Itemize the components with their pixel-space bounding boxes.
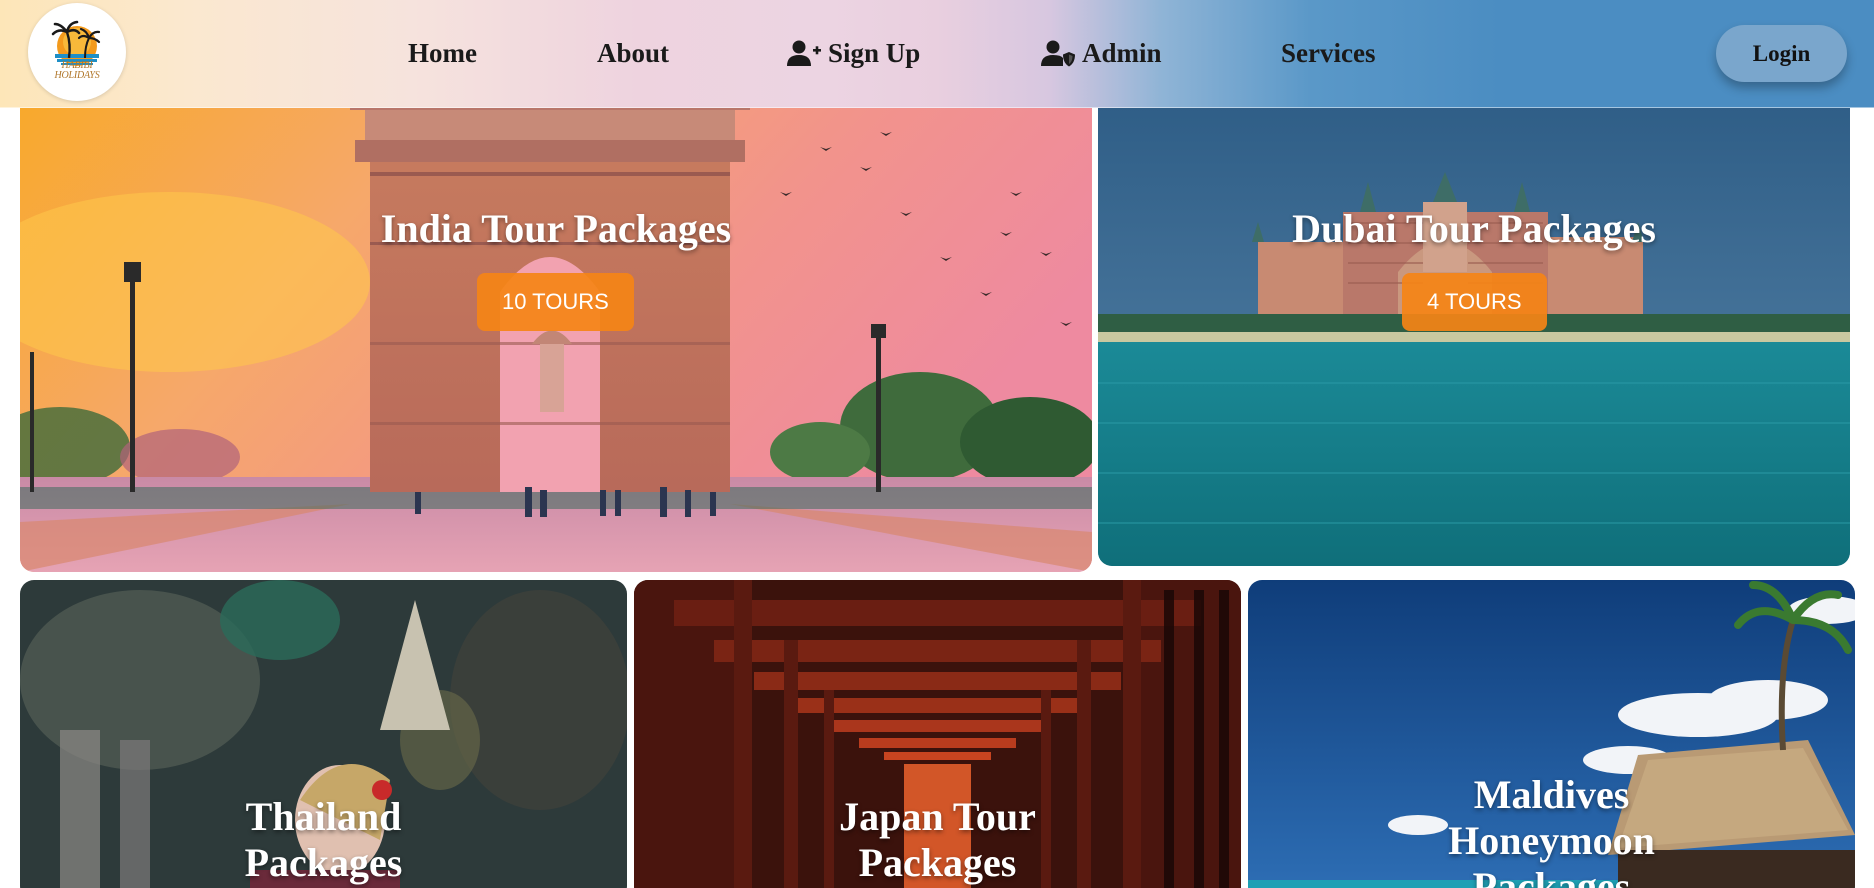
india-gate-image [20,92,1092,572]
brand-logo-line2: HOLIDAYS [54,70,100,81]
nav-services[interactable]: Services [1281,36,1375,70]
nav-signup-label: Sign Up [828,37,921,68]
navbar: HABIBI HOLIDAYS Home About Sign Up Admin… [0,0,1874,108]
card-japan[interactable]: Japan Tour Packages [634,580,1241,888]
card-india[interactable]: India Tour Packages 10 TOURS [20,92,1092,572]
brand-logo-text: HABIBI HOLIDAYS [28,61,126,81]
card-maldives-title: Maldives Honeymoon Packages [1248,772,1855,888]
card-japan-title: Japan Tour Packages [634,794,1241,886]
card-japan-title-line2: Packages [858,840,1017,885]
card-india-title: India Tour Packages [380,206,732,251]
card-maldives-title-line1: Maldives [1473,772,1630,817]
card-thailand[interactable]: Thailand Packages [20,580,627,888]
card-dubai-badge[interactable]: 4 TOURS [1402,273,1547,331]
card-thailand-title-line1: Thailand [245,794,402,839]
card-japan-title-line1: Japan Tour [839,794,1036,839]
card-dubai-title: Dubai Tour Packages [1292,206,1656,251]
card-thailand-title-line2: Packages [244,840,403,885]
brand-logo[interactable]: HABIBI HOLIDAYS [28,3,126,101]
user-shield-icon [1041,39,1075,67]
nav-admin[interactable]: Admin [1041,36,1162,70]
card-maldives-title-line3: Packages [1472,864,1631,888]
nav-admin-label: Admin [1082,37,1162,68]
nav-about[interactable]: About [597,36,669,70]
card-maldives[interactable]: Maldives Honeymoon Packages [1248,580,1855,888]
login-button[interactable]: Login [1716,25,1847,82]
nav-home-label: Home [408,37,477,68]
user-plus-icon [787,39,821,67]
nav-home[interactable]: Home [408,36,477,70]
nav-about-label: About [597,37,670,68]
card-thailand-title: Thailand Packages [20,794,627,886]
card-maldives-title-line2: Honeymoon [1448,818,1655,863]
card-dubai[interactable]: Dubai Tour Packages 4 TOURS [1098,92,1850,566]
card-india-badge[interactable]: 10 TOURS [477,273,634,331]
nav-signup[interactable]: Sign Up [787,36,920,70]
nav-services-label: Services [1281,37,1376,68]
